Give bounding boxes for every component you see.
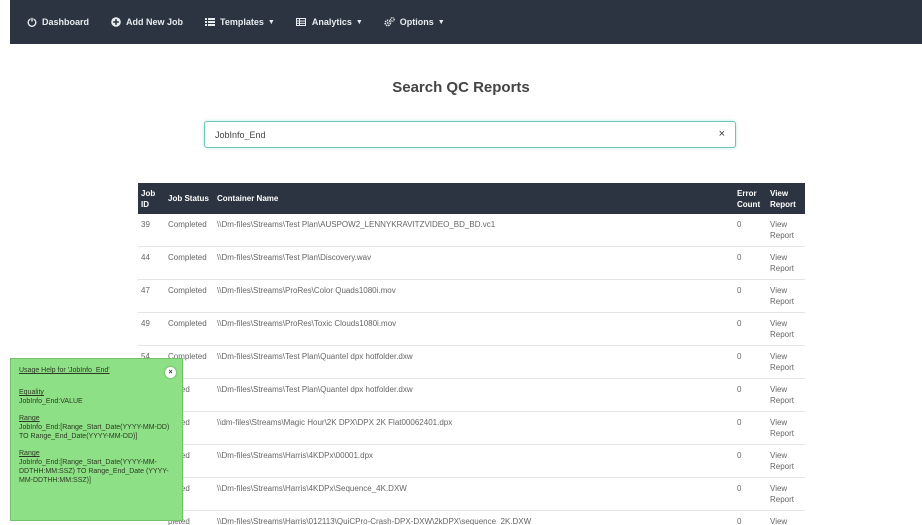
- power-icon: [26, 17, 37, 28]
- view-report-link[interactable]: View Report: [767, 345, 805, 379]
- help-section-text: JobInfo_End:[Range_Start_Date(YYYY-MM-DD…: [19, 459, 169, 484]
- nav-options-label: Options: [399, 17, 434, 27]
- table-header: Job ID Job Status Container Name Error C…: [138, 183, 805, 214]
- cell-container-name: \\Dm-files\Streams\Test Plan\AUSPOW2_LEN…: [217, 220, 496, 229]
- view-report-link[interactable]: View Report: [767, 444, 805, 478]
- cell-job-id: 49: [138, 312, 165, 346]
- usage-help-popup: Usage Help for 'JobInfo_End' × Equality …: [10, 358, 183, 521]
- chevron-down-icon: ▼: [437, 18, 445, 26]
- nav-add-new-job[interactable]: Add New Job: [110, 17, 183, 28]
- cell-error-count: 0: [734, 378, 767, 412]
- help-section-text: JobInfo_End:[Range_Start_Date(YYYY-MM-DD…: [19, 424, 170, 440]
- cell-job-status: Completed: [165, 279, 214, 313]
- cell-error-count: 0: [734, 411, 767, 445]
- cell-container-name: \\Dm-files\Streams\Test Plan\Quantel dpx…: [214, 345, 734, 379]
- view-report-link[interactable]: View Report: [767, 214, 805, 247]
- view-report-link[interactable]: View Report: [767, 279, 805, 313]
- list-icon: [204, 17, 215, 28]
- chevron-down-icon: ▼: [267, 18, 275, 26]
- table-row: 54 Completed \\Dm-files\Streams\Test Pla…: [138, 345, 805, 379]
- cell-job-status: Completed: [165, 312, 214, 346]
- help-section-text: JobInfo_End:VALUE: [19, 398, 83, 405]
- help-title: Usage Help for 'JobInfo_End': [19, 367, 110, 374]
- table-row: pleted \\Dm-files\Streams\Test Plan\Quan…: [138, 378, 805, 412]
- view-report-link[interactable]: View Report: [767, 477, 805, 511]
- search-box: ×: [204, 121, 736, 148]
- header-job-status[interactable]: Job Status: [165, 183, 214, 214]
- nav-dashboard-label: Dashboard: [42, 17, 90, 27]
- header-view-report[interactable]: View Report: [767, 183, 805, 214]
- nav-templates-label: Templates: [220, 17, 264, 27]
- cell-error-count: 0: [734, 444, 767, 478]
- table-body: 39 Completed \\Dm-files\Streams\Test Pla…: [138, 214, 805, 525]
- table-row: pleted \\Dm-files\Streams\Harris\4KDPx\0…: [138, 444, 805, 478]
- help-section-heading: Range: [19, 415, 40, 422]
- cell-job-id: 44: [138, 246, 165, 280]
- top-navbar: Dashboard Add New Job Templates ▼ Analyt…: [10, 0, 922, 44]
- cell-error-count: 0: [737, 220, 742, 229]
- cell-container-name: \\Dm-files\Streams\Test Plan\Quantel dpx…: [214, 378, 734, 412]
- results-table: Job ID Job Status Container Name Error C…: [138, 183, 805, 525]
- table-row: pleted \\dm-files\Streams\Magic Hour\2K …: [138, 411, 805, 445]
- view-report-link[interactable]: View Report: [767, 411, 805, 445]
- cell-error-count: 0: [734, 477, 767, 511]
- help-section: Equality JobInfo_End:VALUE: [19, 388, 174, 406]
- cell-container-name: \\Dm-files\Streams\Harris\4KDPx\00001.dp…: [214, 444, 734, 478]
- nav-add-new-job-label: Add New Job: [126, 17, 184, 27]
- help-section-heading: Range: [19, 450, 40, 457]
- cell-container-name: \\Dm-files\Streams\Harris\4KDPx\Sequence…: [214, 477, 734, 511]
- nav-analytics-label: Analytics: [311, 17, 352, 27]
- view-report-link[interactable]: View Report: [767, 510, 805, 525]
- nav-options[interactable]: Options ▼: [384, 17, 445, 28]
- nav-analytics[interactable]: Analytics ▼: [296, 17, 363, 28]
- cell-job-id: 47: [138, 279, 165, 313]
- view-report-link[interactable]: View Report: [767, 312, 805, 346]
- close-icon[interactable]: ×: [165, 367, 176, 378]
- clear-search-icon[interactable]: ×: [719, 128, 725, 140]
- header-container-name[interactable]: Container Name: [214, 183, 734, 214]
- page-title: Search QC Reports: [392, 79, 530, 96]
- nav-templates[interactable]: Templates ▼: [204, 17, 275, 28]
- search-input[interactable]: [205, 122, 685, 147]
- table-row: 44 Completed \\Dm-files\Streams\Test Pla…: [138, 246, 805, 280]
- table-row: pleted \\Dm-files\Streams\Harris\012113\…: [138, 510, 805, 525]
- cell-job-id: 39: [141, 220, 150, 229]
- table-row: 47 Completed \\Dm-files\Streams\ProRes\C…: [138, 279, 805, 313]
- cell-container-name: \\Dm-files\Streams\Harris\012113\QuiCPro…: [214, 510, 734, 525]
- chevron-down-icon: ▼: [355, 18, 363, 26]
- help-section: Range JobInfo_End:[Range_Start_Date(YYYY…: [19, 414, 174, 441]
- cell-error-count: 0: [734, 312, 767, 346]
- view-report-link[interactable]: View Report: [767, 378, 805, 412]
- help-section: Range JobInfo_End:[Range_Start_Date(YYYY…: [19, 449, 174, 485]
- header-error-count[interactable]: Error Count: [734, 183, 767, 214]
- cell-error-count: 0: [734, 279, 767, 313]
- cell-container-name: \\dm-files\Streams\Magic Hour\2K DPX\DPX…: [214, 411, 734, 445]
- cell-job-status: Completed: [168, 220, 207, 229]
- cell-job-status: Completed: [165, 246, 214, 280]
- gears-icon: [384, 17, 395, 28]
- cell-container-name: \\Dm-files\Streams\Test Plan\Discovery.w…: [214, 246, 734, 280]
- help-section-heading: Equality: [19, 389, 44, 396]
- cell-error-count: 0: [734, 345, 767, 379]
- table-row: pleted \\Dm-files\Streams\Harris\4KDPx\S…: [138, 477, 805, 511]
- plus-circle-icon: [110, 17, 121, 28]
- cell-error-count: 0: [734, 246, 767, 280]
- nav-dashboard[interactable]: Dashboard: [26, 17, 89, 28]
- table-icon: [296, 17, 307, 28]
- header-job-id[interactable]: Job ID: [138, 183, 165, 214]
- cell-error-count: 0: [734, 510, 767, 525]
- view-report-link[interactable]: View Report: [767, 246, 805, 280]
- table-row: 49 Completed \\Dm-files\Streams\ProRes\T…: [138, 312, 805, 346]
- cell-container-name: \\Dm-files\Streams\ProRes\Color Quads108…: [214, 279, 734, 313]
- table-row: 39 Completed \\Dm-files\Streams\Test Pla…: [138, 214, 805, 247]
- cell-container-name: \\Dm-files\Streams\ProRes\Toxic Clouds10…: [214, 312, 734, 346]
